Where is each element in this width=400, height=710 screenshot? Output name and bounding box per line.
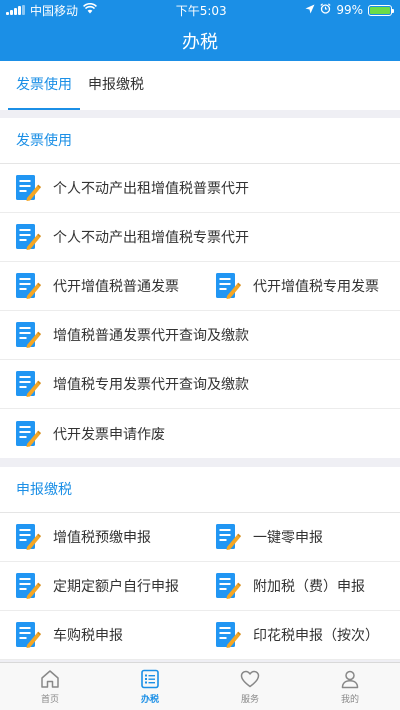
section-title: 申报缴税 <box>0 467 400 513</box>
list-icon <box>141 669 159 689</box>
list-row: 代开增值税普通发票 代开增值税专用发票 <box>0 262 400 311</box>
list-row: 定期定额户自行申报 附加税（费）申报 <box>0 562 400 611</box>
menu-item-label: 个人不动产出租增值税普票代开 <box>53 181 249 197</box>
document-edit-icon <box>15 621 41 649</box>
list-row: 个人不动产出租增值税专票代开 <box>0 213 400 262</box>
declare-pay-tax-section: 申报缴税 增值税预缴申报 一键零申报 定期定额户自行申报 附加税（费）申报 车购… <box>0 467 400 660</box>
list-row: 代开发票申请作废 <box>0 409 400 458</box>
document-edit-icon <box>15 321 41 349</box>
document-edit-icon <box>15 223 41 251</box>
document-edit-icon <box>215 621 241 649</box>
document-edit-icon <box>15 370 41 398</box>
location-arrow-icon <box>305 3 315 17</box>
tabbar-label: 服务 <box>240 695 259 705</box>
document-edit-icon <box>15 420 41 448</box>
list-row: 增值税专用发票代开查询及缴款 <box>0 360 400 409</box>
page-title: 办税 <box>182 31 218 53</box>
tabbar-service[interactable]: 服务 <box>200 663 300 710</box>
content-scroll-area[interactable]: 发票使用 个人不动产出租增值税普票代开 个人不动产出租增值税专票代开 代开增值税… <box>0 118 400 662</box>
menu-item[interactable]: 印花税申报（按次） <box>200 611 400 659</box>
document-edit-icon <box>215 272 241 300</box>
battery-percent: 99% <box>336 3 363 17</box>
tabbar-label: 办税 <box>140 695 159 705</box>
bottom-tab-bar: 首页 办税 服务 我的 <box>0 662 400 710</box>
cellular-signal-icon <box>6 5 25 15</box>
menu-item[interactable]: 附加税（费）申报 <box>200 562 400 610</box>
menu-item[interactable]: 一键零申报 <box>200 513 400 561</box>
menu-item-label: 一键零申报 <box>253 530 323 546</box>
menu-item[interactable]: 车购税申报 <box>0 611 200 659</box>
alarm-icon <box>320 3 331 17</box>
carrier-name: 中国移动 <box>30 3 79 18</box>
menu-item-label: 代开增值税专用发票 <box>253 279 379 295</box>
menu-item[interactable]: 个人不动产出租增值税专票代开 <box>0 213 400 261</box>
app-header: 中国移动 下午5:03 99% 办税 <box>0 0 400 61</box>
menu-item-label: 增值税预缴申报 <box>53 530 151 546</box>
clock: 下午5:03 <box>175 3 227 18</box>
menu-item[interactable]: 定期定额户自行申报 <box>0 562 200 610</box>
tabbar-tax[interactable]: 办税 <box>100 663 200 710</box>
menu-item[interactable]: 代开增值税专用发票 <box>200 262 400 310</box>
menu-item-label: 个人不动产出租增值税专票代开 <box>53 230 249 246</box>
menu-item-label: 增值税普通发票代开查询及缴款 <box>53 328 249 344</box>
nav-bar: 办税 <box>0 20 400 61</box>
list-row: 车购税申报 印花税申报（按次） <box>0 611 400 660</box>
document-edit-icon <box>15 572 41 600</box>
menu-item[interactable]: 代开增值税普通发票 <box>0 262 200 310</box>
document-edit-icon <box>215 572 241 600</box>
menu-item[interactable]: 个人不动产出租增值税普票代开 <box>0 164 400 212</box>
heart-icon <box>240 670 260 688</box>
menu-item[interactable]: 增值税普通发票代开查询及缴款 <box>0 311 400 359</box>
home-icon <box>41 670 59 688</box>
menu-item-label: 代开增值税普通发票 <box>53 279 179 295</box>
menu-item-label: 定期定额户自行申报 <box>53 579 179 595</box>
invoice-usage-section: 发票使用 个人不动产出租增值税普票代开 个人不动产出租增值税专票代开 代开增值税… <box>0 118 400 458</box>
tab-invoice-usage[interactable]: 发票使用 <box>8 61 80 110</box>
tabbar-label: 首页 <box>40 695 59 705</box>
status-bar: 中国移动 下午5:03 99% <box>0 0 400 20</box>
document-edit-icon <box>15 272 41 300</box>
menu-item-label: 印花税申报（按次） <box>253 628 379 644</box>
section-title: 发票使用 <box>0 118 400 164</box>
wifi-icon <box>83 2 97 17</box>
menu-item-label: 代开发票申请作废 <box>53 426 165 443</box>
menu-item-label: 附加税（费）申报 <box>253 579 365 595</box>
tabbar-home[interactable]: 首页 <box>0 663 100 710</box>
menu-item-label: 车购税申报 <box>53 628 123 644</box>
list-row: 增值税普通发票代开查询及缴款 <box>0 311 400 360</box>
list-row: 增值税预缴申报 一键零申报 <box>0 513 400 562</box>
battery-icon <box>367 4 394 16</box>
document-edit-icon <box>215 523 241 551</box>
menu-item[interactable]: 增值税专用发票代开查询及缴款 <box>0 360 400 408</box>
document-edit-icon <box>15 174 41 202</box>
list-row: 个人不动产出租增值税普票代开 <box>0 164 400 213</box>
top-tab-strip: 发票使用 申报缴税 <box>0 61 400 110</box>
menu-item[interactable]: 增值税预缴申报 <box>0 513 200 561</box>
tab-declare-pay-tax[interactable]: 申报缴税 <box>80 61 152 110</box>
tabbar-mine[interactable]: 我的 <box>300 663 400 710</box>
menu-item-label: 增值税专用发票代开查询及缴款 <box>53 377 249 393</box>
menu-item[interactable]: 代开发票申请作废 <box>0 409 400 458</box>
tabbar-label: 我的 <box>340 695 359 705</box>
person-icon <box>341 670 359 689</box>
document-edit-icon <box>15 523 41 551</box>
